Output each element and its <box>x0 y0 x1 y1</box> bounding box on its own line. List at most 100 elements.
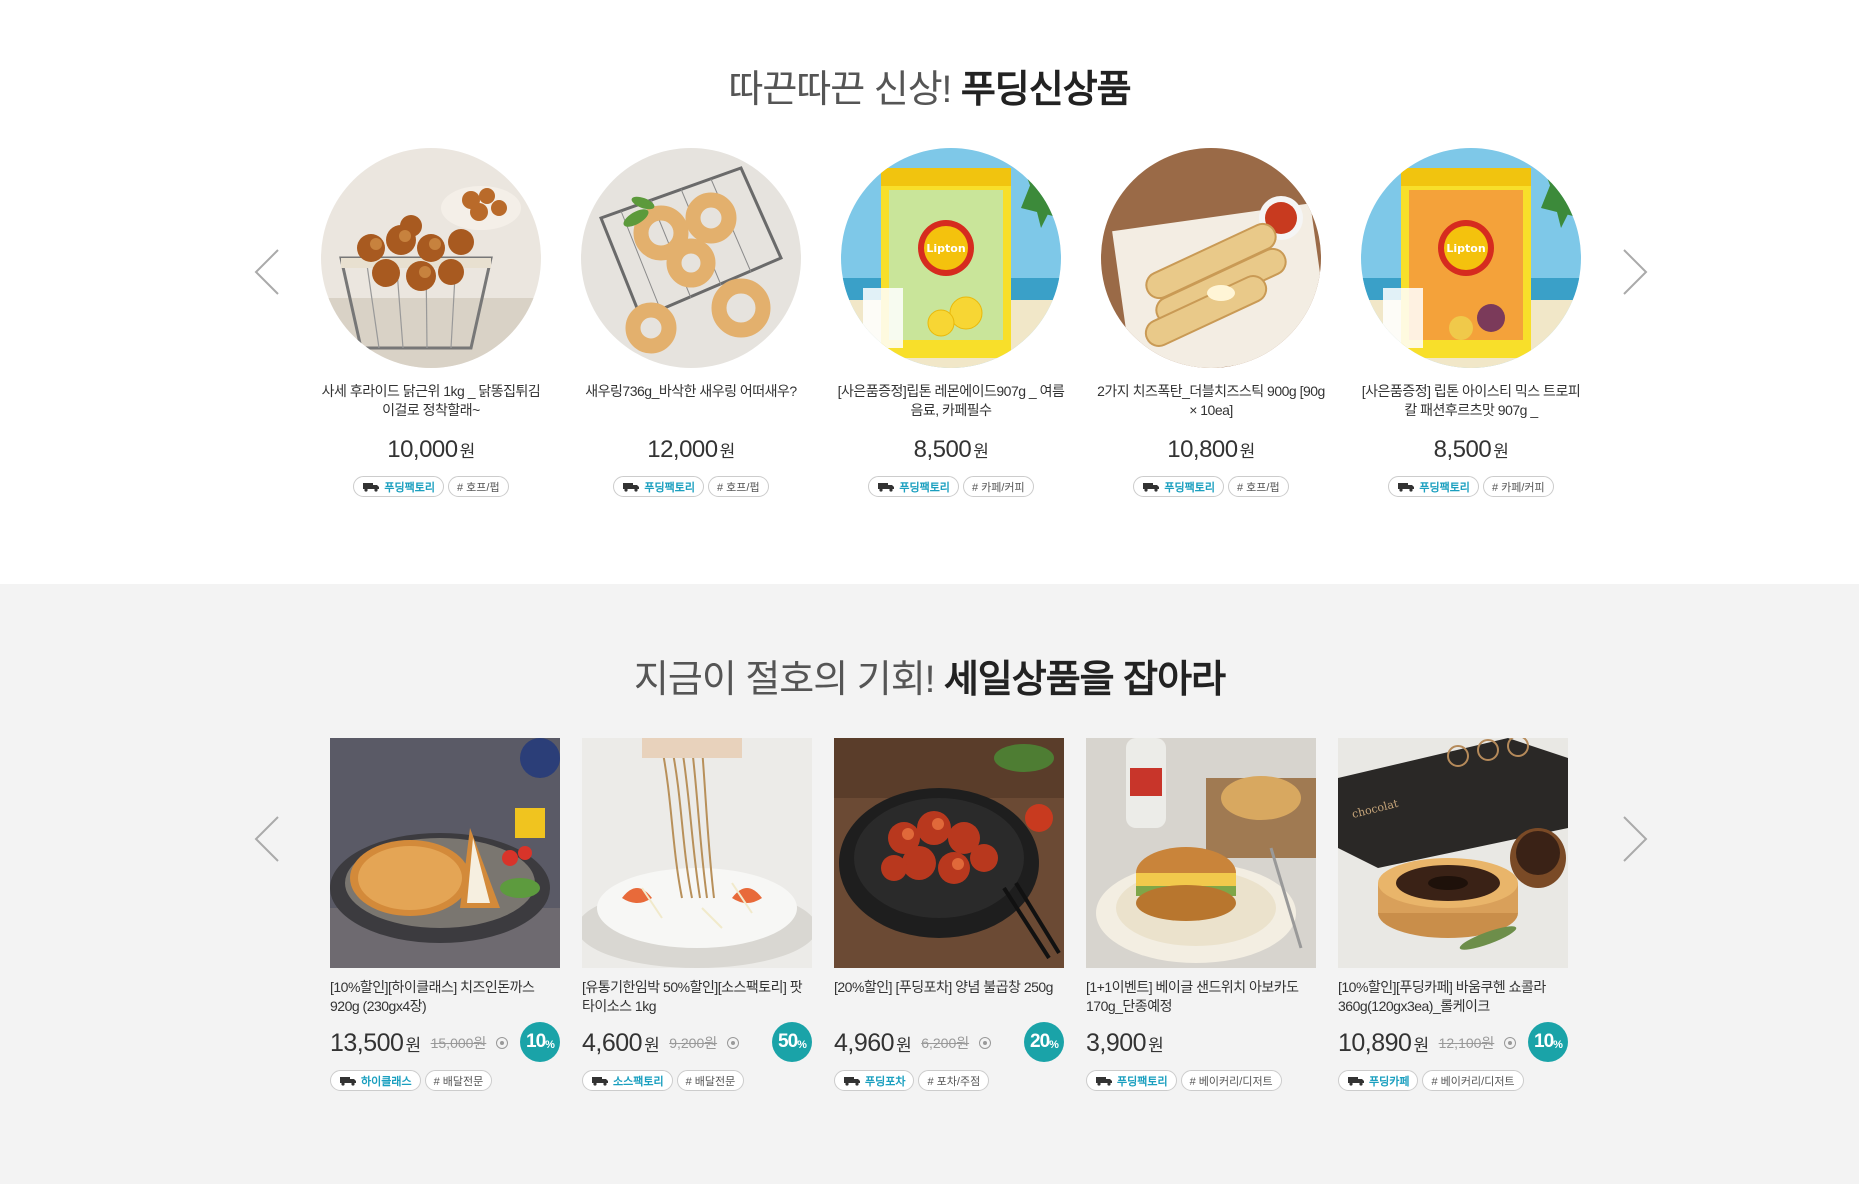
brand-tag[interactable]: 푸딩팩토리 <box>1388 476 1479 497</box>
brand-tag[interactable]: 푸딩팩토리 <box>613 476 704 497</box>
product-image[interactable] <box>581 148 801 368</box>
discount-badge: 50% <box>772 1022 812 1062</box>
new-product-card[interactable]: 새우링736g_바삭한 새우링 어떠새우? 12,000 원 푸딩팩토리 # 호프… <box>576 148 806 497</box>
category-tag[interactable]: # 호프/펍 <box>1228 476 1289 497</box>
product-name[interactable]: [10%할인][푸딩카페] 바움쿠헨 쇼콜라 360g(120gx3ea)_롤케… <box>1338 978 1568 1016</box>
sale-products-section: 지금이 절호의 기회! 세일상품을 잡아라 [10%할인][하이클래스] 치즈인… <box>0 584 1859 1184</box>
product-image[interactable] <box>834 738 1064 968</box>
sale-price: 13,500 원 <box>330 1028 421 1057</box>
info-dot-icon[interactable] <box>496 1037 509 1049</box>
product-name[interactable]: [사은품증정] 립톤 아이스티 믹스 트로피칼 패션후르츠맛 907g _ <box>1356 382 1586 420</box>
brand-tag[interactable]: 소스팩토리 <box>582 1070 673 1091</box>
product-image[interactable] <box>582 738 812 968</box>
sale-prev-arrow[interactable] <box>248 809 288 869</box>
brand-tag[interactable]: 푸딩팩토리 <box>1133 476 1224 497</box>
product-price: 10,000 원 <box>387 436 475 463</box>
sale-title-light: 지금이 절호의 기회! <box>633 659 935 701</box>
info-dot-icon[interactable] <box>727 1037 740 1049</box>
product-name[interactable]: [20%할인] [푸딩포차] 양념 불곱창 250g <box>834 978 1064 1016</box>
new-product-card[interactable]: Lipton [사은품증정]립톤 레몬에이드907g _ 여름음료, 카페필수 … <box>836 148 1066 497</box>
sale-section-title: 지금이 절호의 기회! 세일상품을 잡아라 <box>0 648 1859 703</box>
chevron-left-icon <box>254 249 279 295</box>
product-name[interactable]: 2가지 치즈폭탄_더블치즈스틱 900g [90g × 10ea] <box>1096 382 1326 420</box>
new-next-arrow[interactable] <box>1614 242 1654 302</box>
new-prev-arrow[interactable] <box>248 242 288 302</box>
category-tag[interactable]: # 카페/커피 <box>1482 476 1554 497</box>
category-tag[interactable]: # 베이커리/디저트 <box>1422 1070 1524 1091</box>
discount-badge: 10% <box>1528 1022 1568 1062</box>
new-product-card[interactable]: 2가지 치즈폭탄_더블치즈스틱 900g [90g × 10ea] 10,800… <box>1096 148 1326 497</box>
product-image[interactable]: chocolat <box>1338 738 1568 968</box>
brand-tag[interactable]: 하이클래스 <box>330 1070 421 1091</box>
sale-next-arrow[interactable] <box>1614 809 1654 869</box>
original-price: 6,200원 <box>921 1035 970 1051</box>
truck-icon <box>623 483 640 492</box>
original-price: 15,000원 <box>430 1035 487 1051</box>
product-image[interactable] <box>321 148 541 368</box>
sale-product-card[interactable]: [20%할인] [푸딩포차] 양념 불곱창 250g 4,960 원 6,200원… <box>834 738 1064 1091</box>
category-tag[interactable]: # 배달전문 <box>676 1070 745 1091</box>
truck-icon <box>1096 1077 1112 1086</box>
category-tag[interactable]: # 배달전문 <box>424 1070 493 1091</box>
truck-icon <box>878 483 895 492</box>
product-price: 8,500 원 <box>913 436 989 463</box>
chevron-right-icon <box>1623 249 1648 295</box>
product-image[interactable]: Lipton <box>1361 148 1581 368</box>
product-name[interactable]: [10%할인][하이클래스] 치즈인돈까스 920g (230gx4장) <box>330 978 560 1016</box>
truck-icon <box>1348 1077 1364 1086</box>
sale-price: 10,890 원 <box>1338 1028 1429 1057</box>
new-products-section: 따끈따끈 신상! 푸딩신상품 사세 후라이드 닭근위 1kg _ 닭똥집튀김 이… <box>0 0 1859 584</box>
product-image[interactable]: Lipton <box>841 148 1061 368</box>
product-name[interactable]: [유통기한임박 50%할인][소스팩토리] 팟타이소스 1kg <box>582 978 812 1016</box>
category-tag[interactable]: # 호프/펍 <box>708 476 769 497</box>
chevron-left-icon <box>254 816 279 862</box>
sale-price: 4,960 원 <box>834 1028 912 1057</box>
brand-tag[interactable]: 푸딩팩토리 <box>868 476 959 497</box>
category-tag[interactable]: # 포차/주점 <box>918 1070 990 1091</box>
product-price: 8,500 원 <box>1433 436 1509 463</box>
sale-product-list: [10%할인][하이클래스] 치즈인돈까스 920g (230gx4장) 13,… <box>330 738 1570 1108</box>
product-image[interactable] <box>1101 148 1321 368</box>
truck-icon <box>1143 483 1160 492</box>
svg-text:Lipton: Lipton <box>1446 242 1485 255</box>
new-product-list: 사세 후라이드 닭근위 1kg _ 닭똥집튀김 이걸로 정착할래~ 10,000… <box>316 148 1612 498</box>
category-tag[interactable]: # 카페/커피 <box>962 476 1034 497</box>
sale-price: 4,600 원 <box>582 1028 660 1057</box>
original-price: 12,100원 <box>1438 1035 1495 1051</box>
info-dot-icon[interactable] <box>1504 1037 1517 1049</box>
sale-product-card[interactable]: [1+1이벤트] 베이글 샌드위치 아보카도 170g_단종예정 3,900 원 … <box>1086 738 1316 1091</box>
product-name[interactable]: 새우링736g_바삭한 새우링 어떠새우? <box>576 382 806 420</box>
sale-product-card[interactable]: chocolat [10%할인][푸딩카페] 바움쿠헨 쇼콜라 360g(120… <box>1338 738 1568 1091</box>
brand-tag[interactable]: 푸딩카페 <box>1338 1070 1419 1091</box>
sale-product-card[interactable]: [유통기한임박 50%할인][소스팩토리] 팟타이소스 1kg 4,600 원 9… <box>582 738 812 1091</box>
new-section-title: 따끈따끈 신상! 푸딩신상품 <box>0 58 1859 113</box>
product-price: 12,000 원 <box>647 436 735 463</box>
truck-icon <box>1398 483 1415 492</box>
truck-icon <box>844 1077 860 1086</box>
category-tag[interactable]: # 호프/펍 <box>448 476 509 497</box>
discount-badge: 20% <box>1024 1022 1064 1062</box>
brand-tag[interactable]: 푸딩포차 <box>834 1070 915 1091</box>
sale-title-bold: 세일상품을 잡아라 <box>943 659 1226 701</box>
discount-badge: 10% <box>520 1022 560 1062</box>
sale-product-card[interactable]: [10%할인][하이클래스] 치즈인돈까스 920g (230gx4장) 13,… <box>330 738 560 1091</box>
brand-tag[interactable]: 푸딩팩토리 <box>1086 1070 1177 1091</box>
svg-text:Lipton: Lipton <box>926 242 965 255</box>
new-product-card[interactable]: 사세 후라이드 닭근위 1kg _ 닭똥집튀김 이걸로 정착할래~ 10,000… <box>316 148 546 497</box>
product-image[interactable] <box>330 738 560 968</box>
brand-tag[interactable]: 푸딩팩토리 <box>353 476 444 497</box>
product-image[interactable] <box>1086 738 1316 968</box>
product-price: 10,800 원 <box>1167 436 1255 463</box>
category-tag[interactable]: # 베이커리/디저트 <box>1180 1070 1282 1091</box>
new-title-bold: 푸딩신상품 <box>960 69 1132 111</box>
info-dot-icon[interactable] <box>979 1037 992 1049</box>
sale-price: 3,900 원 <box>1086 1028 1164 1057</box>
truck-icon <box>340 1077 356 1086</box>
truck-icon <box>363 483 380 492</box>
product-name[interactable]: 사세 후라이드 닭근위 1kg _ 닭똥집튀김 이걸로 정착할래~ <box>316 382 546 420</box>
new-product-card[interactable]: Lipton [사은품증정] 립톤 아이스티 믹스 트로피칼 패션후르츠맛 90… <box>1356 148 1586 497</box>
product-name[interactable]: [1+1이벤트] 베이글 샌드위치 아보카도 170g_단종예정 <box>1086 978 1316 1016</box>
original-price: 9,200원 <box>669 1035 718 1051</box>
truck-icon <box>592 1077 608 1086</box>
product-name[interactable]: [사은품증정]립톤 레몬에이드907g _ 여름음료, 카페필수 <box>836 382 1066 420</box>
